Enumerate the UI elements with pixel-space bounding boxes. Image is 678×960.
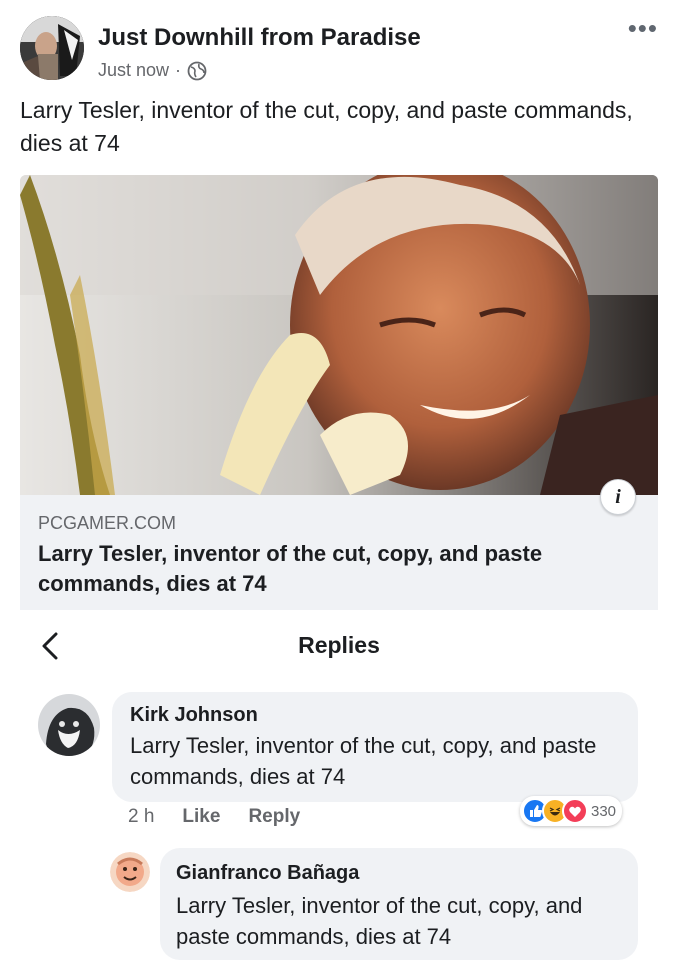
link-domain: PCGAMER.COM [38,513,177,533]
post-text: Larry Tesler, inventor of the cut, copy,… [20,97,633,156]
comment-actions: 2 h Like Reply [128,806,300,828]
comment-author[interactable]: Kirk Johnson [130,704,258,727]
page-avatar[interactable] [20,16,84,80]
replies-header: Replies [20,612,658,684]
comment-time[interactable]: 2 h [128,806,154,828]
post-timestamp[interactable]: Just now [98,60,169,81]
post-meta: Just now · [98,60,207,81]
link-preview-card[interactable]: i PCGAMER.COM Larry Tesler, inventor of … [20,175,658,610]
commenter-avatar[interactable] [110,852,150,892]
like-button[interactable]: Like [182,806,220,828]
love-reaction-icon [562,798,588,824]
commenter-avatar[interactable] [38,694,100,756]
reply-button[interactable]: Reply [248,806,300,828]
replies-title: Replies [298,632,380,658]
post-header: Just Downhill from Paradise Just now · •… [0,0,678,92]
meta-separator: · [175,60,182,80]
page-name[interactable]: Just Downhill from Paradise [98,24,421,52]
link-title[interactable]: Larry Tesler, inventor of the cut, copy,… [38,539,638,599]
info-icon[interactable]: i [600,479,636,515]
more-options-icon[interactable]: ••• [628,15,658,41]
link-preview-image [20,175,658,495]
globe-icon [187,61,207,81]
reaction-count: 330 [591,802,617,820]
comment-text: Larry Tesler, inventor of the cut, copy,… [176,893,583,949]
comment-text: Larry Tesler, inventor of the cut, copy,… [130,733,597,789]
comment-author[interactable]: Gianfranco Bañaga [176,862,359,885]
reactions-summary[interactable]: 330 [520,796,623,826]
